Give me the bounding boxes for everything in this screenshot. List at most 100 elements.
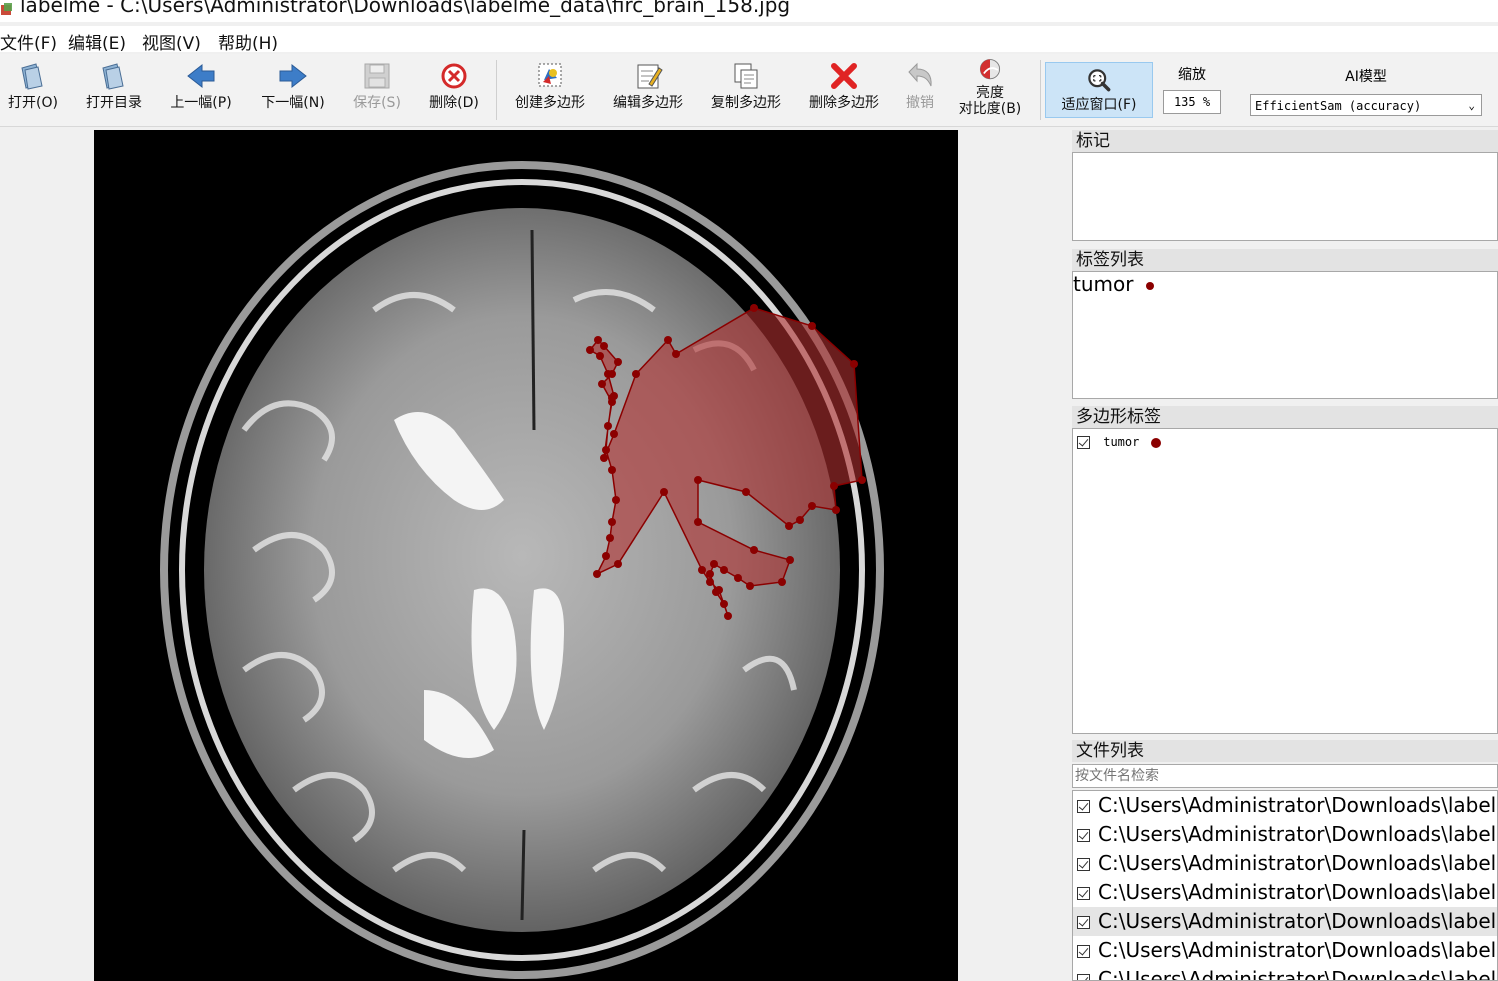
file-checkbox[interactable]: [1077, 916, 1090, 929]
polygon-vertex[interactable]: [612, 496, 620, 504]
polygon-vertex[interactable]: [694, 518, 702, 526]
polygon-vertex[interactable]: [750, 546, 758, 554]
polygon-vertex[interactable]: [598, 380, 606, 388]
file-list-item[interactable]: C:\Users\Administrator\Downloads\labelme…: [1073, 965, 1497, 981]
polygon-vertex[interactable]: [706, 570, 714, 578]
fit-window-button[interactable]: 适应窗口(F): [1045, 62, 1153, 118]
menu-file[interactable]: 文件(F): [0, 29, 57, 54]
polygon-vertex[interactable]: [832, 506, 840, 514]
file-checkbox[interactable]: [1077, 829, 1090, 842]
file-search-input[interactable]: [1072, 764, 1498, 788]
polygon-vertex[interactable]: [596, 352, 604, 360]
polygon-vertex[interactable]: [742, 488, 750, 496]
polygon-vertex[interactable]: [600, 342, 608, 350]
polygon-vertex[interactable]: [614, 358, 622, 366]
open-dir-label: 打开目录: [86, 95, 142, 111]
polygon-vertex[interactable]: [796, 516, 804, 524]
file-checkbox[interactable]: [1077, 945, 1090, 958]
open-label: 打开(O): [8, 95, 58, 111]
window-title: labelme - C:\Users\Administrator\Downloa…: [20, 0, 791, 17]
create-polygon-button[interactable]: 创建多边形: [508, 60, 592, 120]
polygon-vertex[interactable]: [808, 322, 816, 330]
polygon-vertex[interactable]: [604, 370, 612, 378]
file-list-item[interactable]: C:\Users\Administrator\Downloads\labelme…: [1073, 936, 1497, 965]
toolbar-separator: [496, 60, 497, 120]
polygon-visibility-checkbox[interactable]: [1077, 436, 1090, 449]
polygon-vertex[interactable]: [593, 570, 601, 578]
edit-polygon-button[interactable]: 编辑多边形: [606, 60, 690, 120]
brightness-contrast-button[interactable]: 亮度 对比度(B): [952, 56, 1028, 117]
polygon-vertex[interactable]: [586, 346, 594, 354]
open-button[interactable]: 打开(O): [4, 60, 62, 120]
polygon-list-item[interactable]: tumor: [1077, 433, 1161, 451]
polygon-vertex[interactable]: [734, 574, 742, 582]
copy-polygon-button[interactable]: 复制多边形: [704, 60, 788, 120]
polygon-vertex[interactable]: [778, 578, 786, 586]
polygon-vertex[interactable]: [604, 422, 612, 430]
polygon-vertex[interactable]: [785, 522, 793, 530]
prev-image-button[interactable]: 上一幅(P): [162, 60, 240, 120]
menu-help[interactable]: 帮助(H): [218, 29, 278, 54]
file-list-item[interactable]: C:\Users\Administrator\Downloads\labelme…: [1073, 878, 1497, 907]
polygon-vertex[interactable]: [602, 552, 610, 560]
polygon-vertex[interactable]: [606, 534, 614, 542]
polygon-vertex[interactable]: [830, 482, 838, 490]
open-dir-button[interactable]: 打开目录: [78, 60, 150, 120]
delete-polygon-button[interactable]: 删除多边形: [802, 60, 886, 120]
label-name: tumor: [1073, 272, 1134, 296]
polygon-vertex[interactable]: [724, 612, 732, 620]
polygon-vertex[interactable]: [746, 582, 754, 590]
create-polygon-icon: [538, 63, 562, 87]
next-image-button[interactable]: 下一幅(N): [254, 60, 332, 120]
file-list-item[interactable]: C:\Users\Administrator\Downloads\labelme…: [1073, 907, 1497, 936]
polygon-vertex[interactable]: [706, 578, 714, 586]
polygon-vertex[interactable]: [610, 430, 618, 438]
save-button[interactable]: 保存(S): [346, 60, 408, 120]
polygon-vertex[interactable]: [720, 600, 728, 608]
flags-panel: [1072, 152, 1498, 241]
polygon-vertex[interactable]: [608, 394, 616, 402]
polygon-vertex[interactable]: [858, 476, 866, 484]
polygon-vertex[interactable]: [600, 454, 608, 462]
polygon-vertex[interactable]: [664, 336, 672, 344]
file-list-item[interactable]: C:\Users\Administrator\Downloads\labelme…: [1073, 820, 1497, 849]
mri-image[interactable]: [94, 130, 958, 981]
file-checkbox[interactable]: [1077, 887, 1090, 900]
undo-button[interactable]: 撤销: [898, 60, 942, 120]
polygon-vertex[interactable]: [715, 586, 723, 594]
delete-label: 删除(D): [429, 95, 479, 111]
file-list-item[interactable]: C:\Users\Administrator\Downloads\labelme…: [1073, 791, 1497, 820]
delete-file-button[interactable]: 删除(D): [424, 60, 484, 120]
file-path: C:\Users\Administrator\Downloads\labelme…: [1098, 967, 1497, 981]
polygon-vertex[interactable]: [710, 560, 718, 568]
labelme-app-icon: [1, 3, 12, 15]
delete-circle-icon: [441, 63, 467, 89]
polygon-vertex[interactable]: [632, 370, 640, 378]
zoom-label: 缩放: [1178, 67, 1206, 83]
polygon-vertex[interactable]: [808, 502, 816, 510]
polygon-vertex[interactable]: [786, 556, 794, 564]
polygon-vertex[interactable]: [614, 560, 622, 568]
file-checkbox[interactable]: [1077, 974, 1090, 980]
menu-edit[interactable]: 编辑(E): [68, 29, 126, 54]
label-list-item[interactable]: tumor: [1073, 274, 1154, 294]
file-checkbox[interactable]: [1077, 858, 1090, 871]
polygon-vertex[interactable]: [850, 360, 858, 368]
polygon-vertex[interactable]: [720, 566, 728, 574]
ai-model-select[interactable]: EfficientSam (accuracy) ⌄: [1250, 94, 1482, 116]
menu-view[interactable]: 视图(V): [142, 29, 201, 54]
image-canvas[interactable]: [0, 128, 1066, 981]
polygon-vertex[interactable]: [672, 350, 680, 358]
zoom-spinbox[interactable]: 135 %: [1163, 90, 1221, 114]
polygon-vertex[interactable]: [694, 476, 702, 484]
file-list-item[interactable]: C:\Users\Administrator\Downloads\labelme…: [1073, 849, 1497, 878]
polygon-vertex[interactable]: [594, 336, 602, 344]
file-path: C:\Users\Administrator\Downloads\labelme…: [1098, 880, 1497, 904]
file-checkbox[interactable]: [1077, 800, 1090, 813]
polygon-vertex[interactable]: [608, 518, 616, 526]
polygon-vertex[interactable]: [750, 304, 758, 312]
polygon-vertex[interactable]: [602, 446, 610, 454]
polygon-vertex[interactable]: [660, 488, 668, 496]
polygon-vertex[interactable]: [698, 566, 706, 574]
polygon-vertex[interactable]: [608, 466, 616, 474]
